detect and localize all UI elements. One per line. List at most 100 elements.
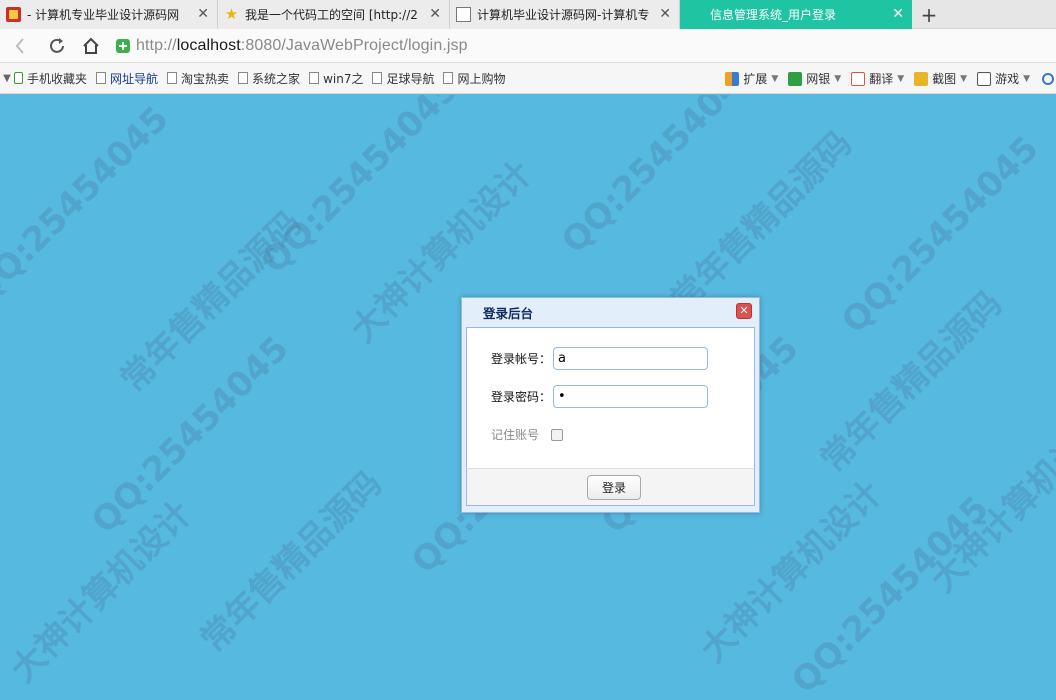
bookmark-shopping[interactable]: 网上购物: [443, 70, 505, 87]
dialog-footer: 登录: [466, 468, 755, 506]
close-icon[interactable]: ✕: [736, 303, 752, 319]
address-bar: http://localhost:8080/JavaWebProject/log…: [0, 29, 1056, 63]
tool-game[interactable]: 游戏 ▼: [977, 70, 1030, 87]
tab-title: 计算机毕业设计源码网-计算机专: [477, 8, 650, 22]
bookmark-label: 网址导航: [110, 71, 159, 86]
password-input[interactable]: [553, 385, 708, 408]
tool-label: 游戏: [995, 72, 1020, 86]
tab-title: 我是一个代码工的空间 [http://2: [245, 8, 418, 22]
login-dialog: 登录后台 ✕ 登录帐号： 登录密码： 记住账号 登录: [461, 297, 760, 513]
bookmark-label: win7之: [323, 71, 364, 86]
close-icon[interactable]: ✕: [429, 6, 441, 22]
close-icon[interactable]: ✕: [197, 6, 209, 22]
reload-button[interactable]: [40, 29, 74, 63]
watermark-text: QQ:25454045: [784, 488, 997, 700]
reload-icon: [50, 37, 64, 53]
watermark-text: QQ:25454045: [834, 128, 1047, 342]
back-button[interactable]: [0, 29, 40, 63]
chevron-down-icon[interactable]: ▼: [0, 73, 14, 84]
dialog-title: 登录后台: [483, 305, 534, 321]
tool-label: 扩展: [743, 72, 768, 86]
site-shield-icon: [116, 38, 130, 53]
bookmark-label: 足球导航: [386, 71, 435, 86]
tab-2[interactable]: ★ 我是一个代码工的空间 [http://2 ✕: [218, 0, 450, 29]
extensions-icon: [725, 71, 740, 86]
bookmark-nav[interactable]: 网址导航: [96, 70, 158, 87]
url-host: localhost: [176, 36, 241, 54]
netbank-icon: [788, 71, 803, 86]
tool-label: 截图: [932, 72, 957, 86]
bookmarks-bar: ▼ 手机收藏夹 网址导航 淘宝热卖 系统之家 win7之 足球导航 网上购物 扩…: [0, 63, 1056, 94]
bookmark-mobile[interactable]: 手机收藏夹: [14, 70, 87, 87]
chevron-down-icon: ▼: [1023, 73, 1030, 84]
tool-label: 网银: [806, 72, 831, 86]
remember-row: 记住账号: [491, 426, 563, 443]
account-row: 登录帐号：: [491, 347, 708, 370]
bookmark-label: 系统之家: [252, 71, 301, 86]
home-button[interactable]: [74, 29, 108, 63]
tool-netbank[interactable]: 网银 ▼: [788, 70, 841, 87]
bookmark-win7[interactable]: win7之: [309, 70, 363, 87]
tool-extensions[interactable]: 扩展 ▼: [725, 70, 778, 87]
page-icon: [372, 72, 383, 84]
tab-title: 信息管理系统_用户登录: [710, 8, 837, 22]
account-label: 登录帐号：: [491, 352, 552, 366]
login-button[interactable]: 登录: [587, 475, 641, 500]
password-label: 登录密码：: [491, 390, 552, 404]
watermark-text: 常年售精品源码: [663, 123, 860, 321]
chevron-left-icon: [15, 37, 24, 54]
chevron-down-icon: ▼: [960, 73, 968, 84]
tab-title: - 计算机专业毕业设计源码网: [27, 8, 180, 22]
dialog-header[interactable]: 登录后台 ✕: [462, 298, 759, 326]
tool-translate[interactable]: 翻译 ▼: [851, 70, 904, 87]
watermark-text: QQ:25454045: [254, 95, 467, 282]
search-icon[interactable]: [1042, 72, 1054, 85]
account-input[interactable]: [553, 347, 708, 370]
page-icon: [443, 72, 454, 84]
toolbar-tools: 扩展 ▼ 网银 ▼ 翻译 ▼ 截图 ▼ 游戏 ▼: [715, 63, 1056, 94]
watermark-text: 大神计算机设计: [3, 493, 200, 691]
screenshot-icon: [914, 71, 929, 86]
gift-icon: [6, 7, 21, 22]
watermark-text: 常年售精品源码: [113, 203, 310, 401]
watermark-text: 常年售精品源码: [193, 463, 390, 661]
dialog-body: 登录帐号： 登录密码： 记住账号: [466, 327, 755, 468]
tab-strip: - 计算机专业毕业设计源码网 ✕ ★ 我是一个代码工的空间 [http://2 …: [0, 0, 1056, 29]
url-path: :8080/JavaWebProject/login.jsp: [240, 36, 468, 54]
remember-label: 记住账号: [491, 428, 540, 442]
tab-3[interactable]: 计算机毕业设计源码网-计算机专 ✕: [450, 0, 680, 29]
translate-icon: [851, 71, 866, 86]
page-icon: [238, 72, 249, 84]
page-icon: [309, 72, 320, 84]
tool-label: 翻译: [869, 72, 894, 86]
page-icon: [96, 72, 107, 84]
close-icon[interactable]: ✕: [892, 6, 904, 22]
watermark-text: QQ:25454045: [554, 95, 767, 262]
bookmark-system[interactable]: 系统之家: [238, 70, 300, 87]
watermark-text: 常年售精品源码: [813, 283, 1010, 481]
close-icon[interactable]: ✕: [659, 6, 671, 22]
watermark-text: 大神计算机设计: [923, 403, 1056, 601]
chevron-down-icon: ▼: [834, 73, 842, 84]
url-scheme: http://: [136, 36, 177, 54]
phone-icon: [14, 72, 23, 84]
page-icon: [456, 7, 471, 22]
password-row: 登录密码：: [491, 385, 708, 408]
url-field[interactable]: http://localhost:8080/JavaWebProject/log…: [136, 37, 468, 55]
bookmark-football[interactable]: 足球导航: [372, 70, 434, 87]
bookmark-taobao[interactable]: 淘宝热卖: [167, 70, 229, 87]
watermark-text: QQ:25454045: [84, 328, 297, 542]
tab-1[interactable]: - 计算机专业毕业设计源码网 ✕: [0, 0, 218, 29]
game-icon: [977, 71, 992, 86]
tool-screenshot[interactable]: 截图 ▼: [914, 70, 967, 87]
bookmark-label: 网上购物: [457, 71, 506, 86]
page-icon: [167, 72, 178, 84]
bookmark-label: 手机收藏夹: [27, 71, 88, 86]
chevron-down-icon: ▼: [771, 73, 779, 84]
tab-active[interactable]: 信息管理系统_用户登录 ✕: [680, 0, 912, 29]
remember-checkbox[interactable]: [551, 428, 563, 441]
new-tab-button[interactable]: +: [912, 0, 946, 29]
chevron-down-icon: ▼: [897, 73, 905, 84]
home-icon: [83, 37, 99, 54]
watermark-text: QQ:25454045: [0, 98, 177, 312]
